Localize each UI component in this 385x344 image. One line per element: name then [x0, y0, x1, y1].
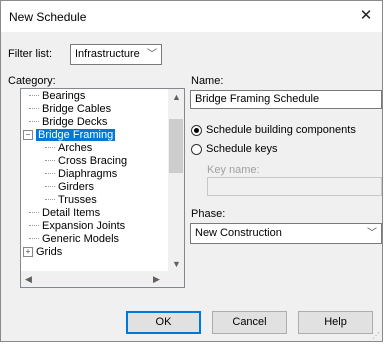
category-tree-item[interactable]: Girders	[45, 181, 94, 194]
key-name-label: Key name:	[207, 164, 260, 176]
category-tree-item-label: Generic Models	[42, 233, 120, 245]
scroll-down-icon[interactable]: ▼	[172, 259, 181, 269]
category-tree-item-label: Bridge Decks	[42, 116, 108, 128]
schedule-building-components-label[interactable]: Schedule building components	[206, 124, 356, 136]
filter-list-label: Filter list:	[8, 48, 52, 60]
schedule-keys-label[interactable]: Schedule keys	[206, 143, 278, 155]
filter-list-dropdown[interactable]: Infrastructure ﹀	[70, 44, 162, 65]
new-schedule-dialog: New Schedule ✕ Filter list: Infrastructu…	[0, 0, 383, 342]
category-tree-item-label: Bridge Cables	[42, 103, 112, 115]
category-tree-item-label: Grids	[36, 246, 63, 258]
tree-connector	[29, 225, 39, 227]
filter-list-value: Infrastructure	[75, 48, 140, 60]
category-tree-item[interactable]: Bridge Cables	[23, 103, 111, 116]
resize-grip-icon[interactable]: ⋰	[372, 331, 380, 340]
category-tree-item[interactable]: − Bridge Framing	[23, 129, 116, 142]
tree-connector	[45, 173, 55, 175]
category-tree-item[interactable]: Generic Models	[23, 233, 119, 246]
tree-connector	[29, 238, 39, 240]
key-name-input	[207, 177, 382, 196]
category-tree-item[interactable]: Diaphragms	[45, 168, 117, 181]
phase-label: Phase:	[191, 208, 226, 220]
expand-icon[interactable]: +	[23, 247, 33, 258]
scroll-corner	[168, 271, 184, 287]
tree-connector	[29, 95, 39, 97]
phase-value: New Construction	[195, 227, 282, 239]
category-tree-item-label: Cross Bracing	[58, 155, 128, 167]
tree-connector	[45, 160, 55, 162]
category-tree-item-label: Arches	[58, 142, 93, 154]
category-tree-item-label: Bridge Framing	[36, 129, 116, 141]
category-tree-item-label: Bearings	[42, 90, 86, 102]
category-tree-item-label: Trusses	[58, 194, 97, 206]
tree-connector	[45, 147, 55, 149]
tree-connector	[45, 199, 55, 201]
category-tree-item[interactable]: Arches	[45, 142, 92, 155]
category-tree-item[interactable]: Detail Items	[23, 207, 100, 220]
close-icon[interactable]: ✕	[354, 4, 378, 28]
phase-dropdown[interactable]: New Construction ﹀	[190, 223, 382, 244]
cancel-button[interactable]: Cancel	[212, 311, 287, 334]
chevron-down-icon: ﹀	[147, 49, 157, 60]
category-tree-item-label: Detail Items	[42, 207, 101, 219]
scroll-thumb[interactable]	[169, 119, 183, 173]
category-tree-item[interactable]: Trusses	[45, 194, 97, 207]
category-tree-item-label: Diaphragms	[58, 168, 118, 180]
category-tree-item[interactable]: Cross Bracing	[45, 155, 127, 168]
horizontal-scrollbar[interactable]: ◀ ▶	[21, 271, 168, 287]
category-tree[interactable]: + Grids Generic Models Expansion Joints Deta…	[20, 88, 185, 288]
scroll-left-icon[interactable]: ◀	[25, 274, 32, 285]
tree-connector	[45, 186, 55, 188]
title-bar: New Schedule ✕	[1, 1, 382, 32]
category-tree-item-label: Expansion Joints	[42, 220, 126, 232]
dialog-title: New Schedule	[9, 10, 87, 24]
tree-connector	[29, 212, 39, 214]
chevron-down-icon: ﹀	[367, 228, 377, 239]
collapse-icon[interactable]: −	[23, 130, 33, 141]
schedule-keys-radio[interactable]	[191, 144, 202, 155]
help-button[interactable]: Help	[298, 311, 373, 334]
tree-connector	[29, 121, 39, 123]
category-label: Category:	[8, 75, 56, 87]
scroll-right-icon[interactable]: ▶	[153, 274, 160, 285]
category-tree-item[interactable]: + Grids	[23, 246, 62, 259]
scroll-up-icon[interactable]: ▲	[172, 92, 181, 102]
tree-connector	[29, 108, 39, 110]
category-tree-item[interactable]: Bearings	[23, 90, 85, 103]
category-tree-item-label: Girders	[58, 181, 95, 193]
name-label: Name:	[191, 75, 224, 87]
ok-button[interactable]: OK	[126, 311, 201, 334]
category-tree-item[interactable]: Bridge Decks	[23, 116, 107, 129]
schedule-name-input[interactable]: Bridge Framing Schedule	[190, 90, 382, 109]
category-tree-item[interactable]: Expansion Joints	[23, 220, 125, 233]
vertical-scrollbar[interactable]: ▲ ▼	[168, 89, 184, 272]
schedule-building-components-radio[interactable]	[191, 125, 202, 136]
